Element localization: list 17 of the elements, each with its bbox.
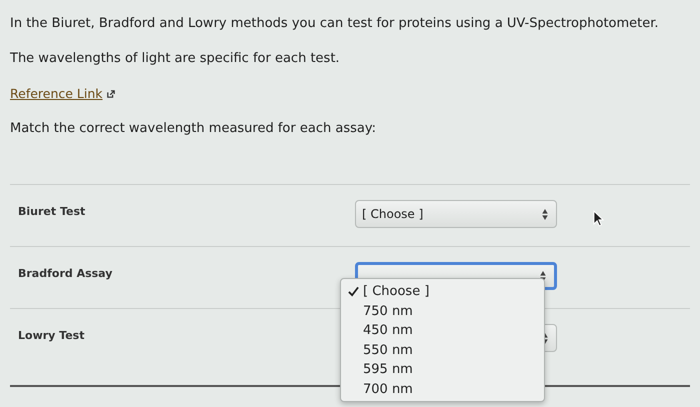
select-dropdown[interactable]: [ Choose ] [355, 200, 557, 228]
assay-label: Biuret Test [18, 204, 86, 218]
mouse-pointer-icon [593, 210, 604, 227]
menu-option[interactable]: 450 nm [341, 321, 544, 340]
menu-option[interactable]: 700 nm [341, 380, 544, 399]
menu-option[interactable]: 750 nm [341, 302, 544, 321]
paragraph: Match the correct wavelength measured for each assay: [10, 120, 377, 138]
updown-arrows-icon [542, 208, 548, 220]
paragraph: The wavelengths of light are specific for each test. [10, 50, 341, 68]
paragraph: In the Biuret, Bradford and Lowry methods you can test for proteins using a UV-Spectrophotometer. [10, 15, 660, 33]
menu-option[interactable]: 595 nm [341, 360, 544, 380]
reference-link[interactable]: Reference Link [10, 84, 103, 103]
menu-option[interactable]: [ Choose ] [341, 282, 544, 302]
menu-option[interactable]: 550 nm [341, 340, 544, 360]
assay-label: Bradford Assay [18, 266, 114, 280]
external-link-icon[interactable] [106, 90, 115, 98]
assay-label: Lowry Test [18, 328, 86, 342]
